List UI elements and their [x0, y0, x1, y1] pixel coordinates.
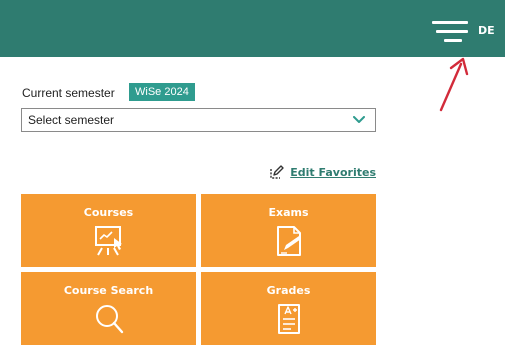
- current-semester-label: Current semester: [22, 86, 115, 100]
- annotation-arrow-icon: [439, 57, 469, 112]
- tile-exams[interactable]: Exams: [201, 194, 376, 267]
- semester-select-value: Select semester: [28, 113, 115, 127]
- hamburger-menu-button[interactable]: [432, 21, 468, 43]
- hamburger-menu-line: [436, 30, 468, 33]
- language-switch[interactable]: DE: [478, 24, 495, 37]
- hamburger-menu-line: [444, 39, 462, 42]
- edit-favorites-icon: [270, 164, 284, 179]
- current-semester-badge: WiSe 2024: [129, 83, 195, 101]
- hamburger-menu-icon: [432, 21, 468, 24]
- tile-grades[interactable]: Grades: [201, 272, 376, 345]
- presentation-board-icon: [95, 226, 122, 256]
- semester-select[interactable]: Select semester: [21, 108, 376, 132]
- tile-courses-label: Courses: [83, 206, 134, 219]
- edit-favorites-link[interactable]: Edit Favorites: [269, 164, 376, 180]
- edit-favorites-label: Edit Favorites: [290, 165, 376, 179]
- exam-sign-icon: [277, 226, 301, 256]
- tile-exams-label: Exams: [268, 206, 309, 219]
- tile-course-search-label: Course Search: [63, 284, 154, 297]
- chevron-down-icon: [353, 116, 365, 123]
- tile-grades-label: Grades: [266, 284, 311, 297]
- tile-courses[interactable]: Courses: [21, 194, 196, 267]
- tile-course-search[interactable]: Course Search: [21, 272, 196, 345]
- grade-document-icon: [278, 304, 300, 334]
- search-icon: [96, 305, 124, 334]
